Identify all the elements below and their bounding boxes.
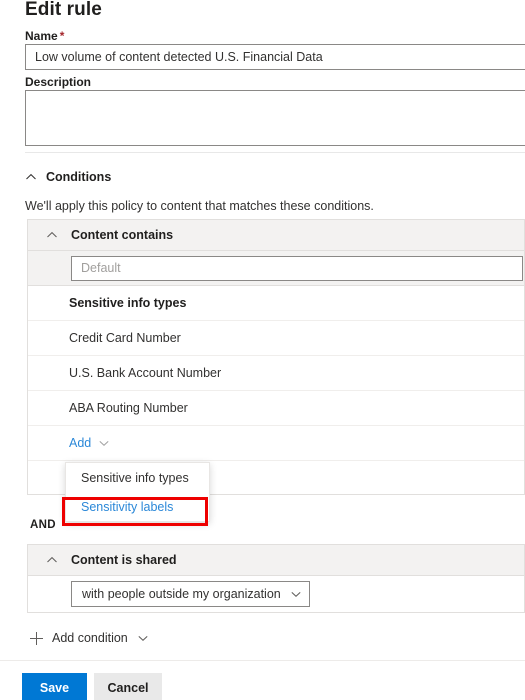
shared-with-value: with people outside my organization: [82, 587, 281, 601]
required-asterisk-icon: *: [59, 29, 65, 43]
plus-icon: [30, 631, 43, 645]
shared-with-dropdown[interactable]: with people outside my organization: [71, 581, 310, 607]
add-dropdown-menu: Sensitive info types Sensitivity labels: [65, 462, 210, 522]
content-contains-header[interactable]: Content contains: [28, 220, 524, 251]
chevron-up-icon: [25, 171, 37, 183]
cancel-button[interactable]: Cancel: [94, 673, 162, 700]
edit-rule-panel: Edit rule Name* Description Conditions W…: [0, 0, 525, 700]
and-connector-label: AND: [30, 519, 56, 531]
content-is-shared-title: Content is shared: [71, 553, 177, 567]
add-condition-button[interactable]: Add condition: [30, 631, 149, 645]
chevron-down-icon[interactable]: [98, 437, 110, 449]
group-name-row: Default: [28, 251, 524, 286]
add-sensitive-info-type-row[interactable]: Add: [28, 426, 524, 461]
condition-card-content-contains: Content contains Default Sensitive info …: [27, 219, 525, 495]
menu-item-sensitivity-labels[interactable]: Sensitivity labels: [66, 492, 209, 521]
chevron-down-icon: [137, 632, 149, 644]
name-label-text: Name: [25, 29, 58, 43]
content-is-shared-header[interactable]: Content is shared: [28, 545, 524, 576]
content-contains-title: Content contains: [71, 228, 174, 242]
chevron-up-icon: [46, 229, 58, 241]
sensitive-info-types-list-header: Sensitive info types: [28, 286, 524, 321]
menu-item-sensitive-info-types[interactable]: Sensitive info types: [66, 463, 209, 492]
shared-with-row: with people outside my organization: [28, 576, 524, 612]
description-textarea[interactable]: [25, 90, 525, 146]
name-input[interactable]: [25, 44, 525, 70]
footer-divider: [0, 660, 525, 661]
list-item[interactable]: ABA Routing Number: [28, 391, 524, 426]
conditions-section-title: Conditions: [46, 170, 112, 184]
group-name-input[interactable]: Default: [71, 255, 523, 281]
add-button-label[interactable]: Add: [69, 436, 91, 450]
section-divider: [25, 152, 525, 153]
page-title: Edit rule: [25, 0, 102, 20]
chevron-up-icon: [46, 554, 58, 566]
conditions-section-header[interactable]: Conditions: [25, 170, 111, 184]
list-item[interactable]: Credit Card Number: [28, 321, 524, 356]
condition-card-content-is-shared: Content is shared with people outside my…: [27, 544, 525, 613]
add-condition-label: Add condition: [52, 631, 128, 645]
conditions-description: We'll apply this policy to content that …: [25, 199, 374, 213]
list-item[interactable]: U.S. Bank Account Number: [28, 356, 524, 391]
description-label: Description: [25, 75, 92, 89]
name-label: Name *: [25, 29, 64, 43]
chevron-down-icon: [290, 588, 302, 600]
save-button[interactable]: Save: [22, 673, 87, 700]
